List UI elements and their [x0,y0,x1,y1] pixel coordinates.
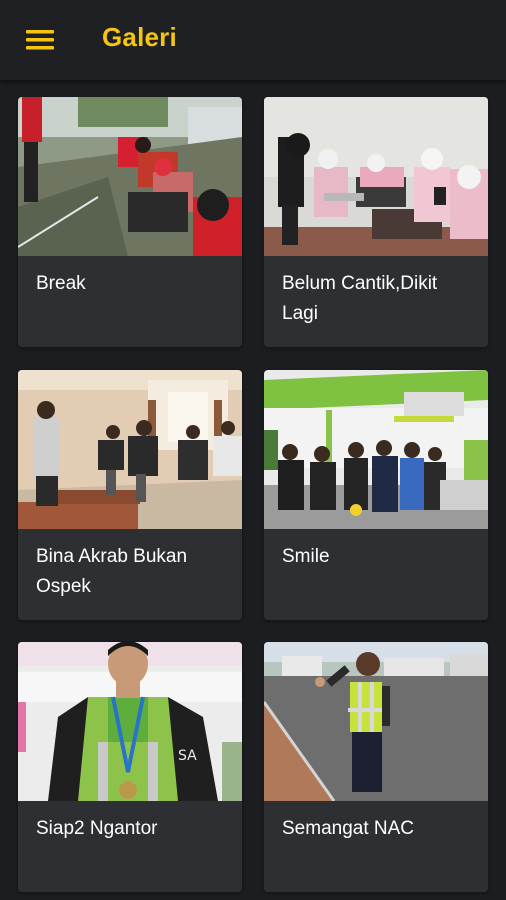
gallery-photo [18,97,242,256]
gallery-photo [18,370,242,529]
gallery-photo: SA [18,642,242,801]
gallery-card[interactable]: Break [18,97,242,347]
hamburger-menu-icon [26,30,54,50]
gallery-photo [264,370,488,529]
gallery-caption: Smile [282,546,330,567]
gallery-card[interactable]: Semangat NAC [264,642,488,892]
app-bar: Galeri [0,0,506,80]
gallery-caption: Siap2 Ngantor [36,818,158,839]
gallery-card[interactable]: Bina Akrab Bukan Ospek [18,370,242,620]
gallery-photo [264,642,488,801]
menu-button[interactable] [22,24,58,56]
gallery-photo [264,97,488,256]
gallery-grid: Break Belum Cantik,Dikit Lagi Bina Akrab… [0,80,506,900]
gallery-card[interactable]: SA Siap2 Ngantor [18,642,242,892]
gallery-caption: Bina Akrab Bukan Ospek [36,546,188,597]
page-title: Galeri [102,22,177,52]
gallery-card[interactable]: Smile [264,370,488,620]
gallery-caption: Semangat NAC [282,818,415,839]
gallery-caption: Break [36,273,86,294]
gallery-card[interactable]: Belum Cantik,Dikit Lagi [264,97,488,347]
svg-text:SA: SA [178,748,197,764]
gallery-caption: Belum Cantik,Dikit Lagi [282,273,438,324]
